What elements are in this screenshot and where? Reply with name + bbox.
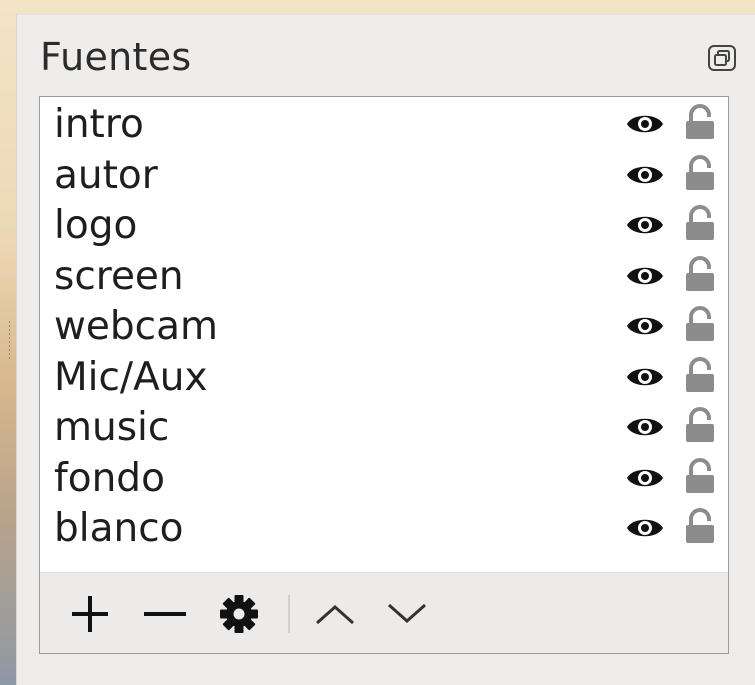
source-label: logo <box>54 203 138 248</box>
eye-icon[interactable] <box>626 111 664 137</box>
eye-icon[interactable] <box>626 515 664 541</box>
eye-icon[interactable] <box>626 212 664 238</box>
source-label: blanco <box>54 506 184 551</box>
sources-panel: intro autor logo screen webcam Mic/Aux music fo… <box>39 96 729 654</box>
unlocked-icon[interactable] <box>683 205 717 241</box>
sources-list: intro autor logo screen webcam Mic/Aux music fo… <box>40 97 728 572</box>
chevron-down-icon <box>388 603 426 624</box>
eye-icon[interactable] <box>626 162 664 188</box>
unlocked-icon[interactable] <box>683 356 717 393</box>
minus-icon <box>144 612 186 616</box>
source-item[interactable]: webcam <box>40 301 728 352</box>
float-dock-button[interactable] <box>705 43 739 73</box>
source-label: autor <box>54 152 158 198</box>
source-item[interactable]: fondo <box>40 453 728 504</box>
source-label: Mic/Aux <box>54 354 208 400</box>
eye-icon[interactable] <box>626 263 664 289</box>
source-item[interactable]: logo <box>40 200 728 251</box>
source-label: screen <box>54 253 184 299</box>
remove-source-button[interactable] <box>136 591 192 637</box>
source-label: intro <box>54 102 144 147</box>
unlocked-icon[interactable] <box>683 407 717 443</box>
chevron-up-icon <box>316 604 354 625</box>
eye-icon[interactable] <box>626 465 664 491</box>
source-properties-button[interactable] <box>212 591 266 637</box>
sources-toolbar <box>40 572 728 653</box>
unlocked-icon[interactable] <box>683 508 717 544</box>
plus-icon <box>72 596 108 632</box>
move-source-down-button[interactable] <box>382 591 432 637</box>
source-item[interactable]: blanco <box>40 503 728 554</box>
toolbar-separator <box>288 595 290 633</box>
add-source-button[interactable] <box>62 591 118 637</box>
unlocked-icon[interactable] <box>683 306 717 342</box>
move-source-up-button[interactable] <box>310 591 360 637</box>
unlocked-icon[interactable] <box>683 104 717 140</box>
float-icon <box>708 45 736 71</box>
source-label: music <box>54 405 170 450</box>
eye-icon[interactable] <box>626 313 664 339</box>
gear-icon <box>220 595 258 633</box>
source-item[interactable]: Mic/Aux <box>40 352 728 403</box>
unlocked-icon[interactable] <box>683 255 717 292</box>
source-item[interactable]: music <box>40 402 728 453</box>
source-item[interactable]: intro <box>40 99 728 150</box>
unlocked-icon[interactable] <box>683 457 717 494</box>
eye-icon[interactable] <box>626 414 664 440</box>
sources-dock: Fuentes intro autor logo screen webcam Mic/Au… <box>16 14 755 685</box>
source-item[interactable]: autor <box>40 150 728 201</box>
unlocked-icon[interactable] <box>683 154 717 191</box>
source-item[interactable]: screen <box>40 251 728 302</box>
dock-title: Fuentes <box>40 35 192 79</box>
source-label: webcam <box>54 304 218 349</box>
left-resize-handle[interactable] <box>8 320 11 360</box>
source-label: fondo <box>54 455 165 501</box>
eye-icon[interactable] <box>626 364 664 390</box>
